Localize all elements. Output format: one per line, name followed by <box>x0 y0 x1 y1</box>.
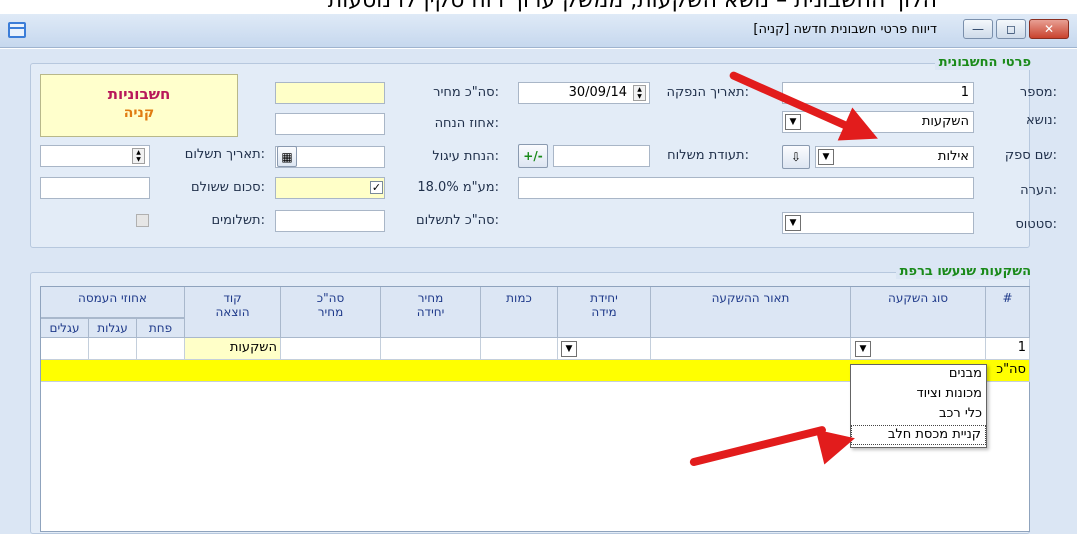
cropped-caption: הלוך החשבונית – נושא השקעות, ממשק ערוך ר… <box>0 0 1077 14</box>
total-row-label: סה"כ <box>986 360 1030 382</box>
invoice-type-subtitle: קניה <box>123 105 155 121</box>
number-field[interactable]: 1 <box>782 82 974 104</box>
col-header-description: תאור ההשקעה <box>651 287 851 338</box>
cropped-caption-text: הלוך החשבונית – נושא השקעות, ממשק ערוך ר… <box>327 0 937 13</box>
subject-dropdown-button[interactable]: ▼ <box>785 114 801 130</box>
type-dropdown-button[interactable]: ▼ <box>855 341 871 357</box>
window-app-icon <box>8 22 26 38</box>
window-titlebar: דיווח פרטי חשבונית חדשה [קניה] — ◻ ✕ <box>0 14 1077 48</box>
rounding-discount-label: הנחת עיגול: <box>432 149 499 164</box>
cell-quantity[interactable] <box>481 338 558 360</box>
arrow-down-icon: ⇩ <box>790 150 802 164</box>
cell-type[interactable] <box>851 338 986 360</box>
price-total-field <box>275 82 385 104</box>
col-header-dep-calves: עגלים <box>41 318 89 338</box>
maximize-icon: ◻ <box>1006 22 1016 36</box>
type-option-milk-quota[interactable]: קניית מכסת חלב <box>851 425 986 445</box>
supplier-select[interactable]: אילות <box>815 146 974 168</box>
type-dropdown-list: מבנים מכונות וציוד כלי רכב קניית מכסת חל… <box>850 364 987 448</box>
chevron-down-icon: ▼ <box>789 117 797 127</box>
status-label: סטטוס: <box>1015 217 1057 232</box>
col-header-dep-carts: עגלות <box>89 318 137 338</box>
col-header-unit-price: מחיר יחידה <box>381 287 481 338</box>
minimize-button[interactable]: — <box>963 19 993 39</box>
invoice-type-box: חשבוניות קניה <box>40 74 238 137</box>
vat-checkbox[interactable]: ✓ <box>370 181 383 194</box>
amount-paid-field[interactable] <box>40 177 150 199</box>
type-option-vehicles[interactable]: כלי רכב <box>851 405 986 425</box>
status-select[interactable] <box>782 212 974 234</box>
delivery-note-field[interactable] <box>553 145 650 167</box>
discount-pct-field[interactable] <box>275 113 385 135</box>
cell-total-price[interactable] <box>281 338 381 360</box>
invoice-type-title: חשבוניות <box>107 85 171 103</box>
chevron-down-icon: ▼ <box>565 344 573 354</box>
plus-minus-button[interactable]: +/- <box>518 144 548 168</box>
form-body: פרטי החשבונית חשבוניות קניה מספר: 1 נושא… <box>0 49 1077 534</box>
issue-date-spinner[interactable]: ▲ ▼ <box>633 85 646 101</box>
cell-expense-code[interactable]: השקעות <box>185 338 281 360</box>
cell-dep-depreciation[interactable] <box>137 338 185 360</box>
total-payable-label: סה"כ לתשלום: <box>415 213 499 228</box>
cell-dep-carts[interactable] <box>89 338 137 360</box>
price-total-label: סה"כ מחיר: <box>433 85 499 100</box>
vat-field <box>275 177 385 199</box>
payment-date-label: תאריך תשלום: <box>184 147 265 162</box>
chevron-down-icon: ▼ <box>822 152 830 162</box>
payments-checkbox[interactable] <box>136 214 149 227</box>
supplier-label: שם ספק: <box>1004 148 1057 163</box>
window-title: דיווח פרטי חשבונית חדשה [קניה] <box>753 22 937 37</box>
issue-date-field[interactable]: 30/09/14 <box>518 82 650 104</box>
col-header-unit: יחידת מידה <box>558 287 651 338</box>
subject-label: נושא: <box>1025 113 1057 128</box>
status-dropdown-button[interactable]: ▼ <box>785 215 801 231</box>
minimize-icon: — <box>972 22 984 36</box>
type-option-buildings[interactable]: מבנים <box>851 365 986 385</box>
chevron-down-icon: ▼ <box>859 344 867 354</box>
calculator-button[interactable]: ▦ <box>277 146 297 167</box>
type-option-machinery[interactable]: מכונות וציוד <box>851 385 986 405</box>
payments-label: תשלומים: <box>211 213 265 228</box>
col-header-total-price: סה"כ מחיר <box>281 287 381 338</box>
cell-num[interactable]: 1 <box>986 338 1030 360</box>
col-header-depreciation: אחוזי העמסה <box>41 287 185 318</box>
col-header-dep-depreciation: פחת <box>137 318 185 338</box>
issue-date-label: תאריך הנפקה: <box>666 85 749 100</box>
total-row <box>41 360 986 382</box>
supplier-dropdown-button[interactable]: ▼ <box>818 149 834 165</box>
invoice-details-title: פרטי החשבונית <box>934 55 1035 70</box>
investments-title: השקעות שנעשו ברפת <box>895 264 1035 279</box>
total-payable-field[interactable] <box>275 210 385 232</box>
note-label: הערה: <box>1020 183 1057 198</box>
close-icon: ✕ <box>1043 22 1055 36</box>
note-field[interactable] <box>518 177 974 199</box>
cell-dep-calves[interactable] <box>41 338 89 360</box>
unit-dropdown-button[interactable]: ▼ <box>561 341 577 357</box>
col-header-quantity: כמות <box>481 287 558 338</box>
col-header-num: # <box>986 287 1030 338</box>
col-header-expense-code: קוד הוצאה <box>185 287 281 338</box>
amount-paid-label: סכום ששולם: <box>191 180 265 195</box>
vat-label: מע"מ 18.0%: <box>417 180 499 195</box>
payment-date-spinner[interactable]: ▲ ▼ <box>132 148 145 164</box>
number-label: מספר: <box>1019 85 1057 100</box>
close-button[interactable]: ✕ <box>1029 19 1069 39</box>
discount-pct-label: אחוז הנחה: <box>434 116 499 131</box>
cell-description[interactable] <box>651 338 851 360</box>
chevron-down-icon: ▼ <box>789 218 797 228</box>
maximize-button[interactable]: ◻ <box>996 19 1026 39</box>
calculator-icon: ▦ <box>281 149 293 164</box>
cell-unit-price[interactable] <box>381 338 481 360</box>
col-header-type: סוג השקעה <box>851 287 986 338</box>
delivery-note-label: תעודת משלוח: <box>667 148 749 163</box>
supplier-lookup-button[interactable]: ⇩ <box>782 145 810 169</box>
